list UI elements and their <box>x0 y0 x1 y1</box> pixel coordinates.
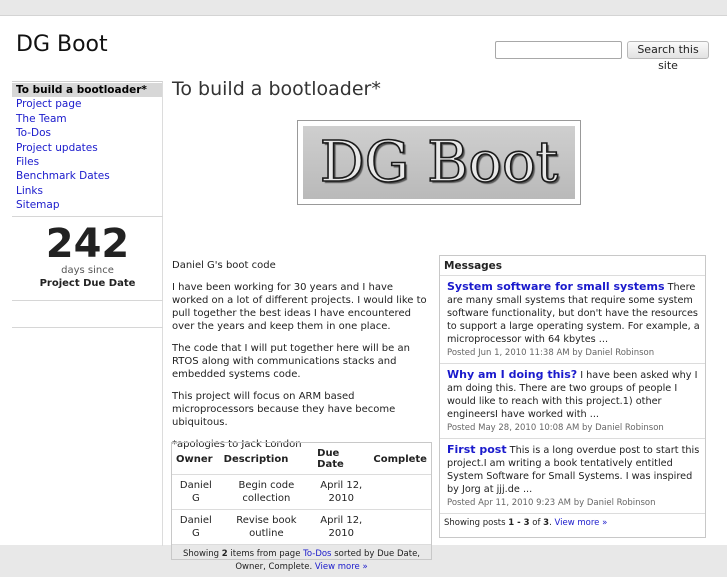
sidebar-item-project-updates[interactable]: Project updates <box>12 141 162 155</box>
sidebar-item-links[interactable]: Links <box>12 184 162 198</box>
page-title: To build a bootloader* <box>172 78 381 100</box>
todo-list-gadget: Owner Description Due Date Complete Dani… <box>171 442 432 572</box>
sidebar-divider <box>12 327 163 328</box>
search-button[interactable]: Search this site <box>627 41 709 72</box>
sidebar-item-to-dos[interactable]: To-Dos <box>12 126 162 140</box>
post-title-link[interactable]: First post <box>447 443 507 456</box>
sidebar-nav: To build a bootloader* Project page The … <box>12 82 162 213</box>
message-post: First post This is a long overdue post t… <box>440 439 705 514</box>
sidebar-item-to-build-a-bootloader[interactable]: To build a bootloader* <box>12 83 162 98</box>
cell-description: Begin code collection <box>219 474 314 510</box>
sidebar-divider <box>12 216 163 217</box>
column-header-complete[interactable]: Complete <box>369 443 431 475</box>
todo-table: Owner Description Due Date Complete Dani… <box>172 443 431 545</box>
view-more-link[interactable]: View more » <box>315 562 368 572</box>
intro-paragraph: The code that I will put together here w… <box>172 343 410 380</box>
sidebar-item-project-page[interactable]: Project page <box>12 97 162 111</box>
page: DG Boot Search this site To build a boot… <box>0 15 727 572</box>
countdown-value: 242 <box>45 221 130 267</box>
cell-due-date: April 12, 2010 <box>313 474 370 510</box>
view-more-link[interactable]: View more » <box>555 518 608 528</box>
cell-owner: Daniel G <box>172 474 220 510</box>
footer-text: of <box>529 518 544 528</box>
post-meta: Posted May 28, 2010 10:08 AM by Daniel R… <box>447 423 664 433</box>
cell-complete <box>369 474 431 510</box>
footer-text: Showing posts <box>444 518 509 528</box>
logo-background: DG Boot <box>303 126 575 199</box>
table-row: Daniel G Revise book outline April 12, 2… <box>172 509 431 545</box>
sidebar-item-benchmark-dates[interactable]: Benchmark Dates <box>12 169 162 183</box>
message-post: Why am I doing this? I have been asked w… <box>440 364 705 439</box>
sidebar-divider <box>12 300 163 301</box>
post-meta: Posted Apr 11, 2010 9:23 AM by Daniel Ro… <box>447 498 656 508</box>
messages-footer: Showing posts 1 - 3 of 3. View more » <box>440 514 705 532</box>
post-title-link[interactable]: Why am I doing this? <box>447 368 577 381</box>
sidebar-item-sitemap[interactable]: Sitemap <box>12 198 162 212</box>
cell-description: Revise book outline <box>219 509 314 545</box>
post-meta: Posted Jun 1, 2010 11:38 AM by Daniel Ro… <box>447 348 655 358</box>
site-title[interactable]: DG Boot <box>16 32 108 57</box>
column-header-owner[interactable]: Owner <box>172 443 220 475</box>
intro-paragraph: I have been working for 30 years and I h… <box>172 282 427 332</box>
dg-boot-logo-image: DG Boot <box>297 120 581 205</box>
messages-gadget: Messages System software for small syste… <box>439 255 706 538</box>
sidebar: To build a bootloader* Project page The … <box>12 81 163 546</box>
intro-text: Daniel G's boot code I have been working… <box>172 259 432 460</box>
intro-paragraph: This project will focus on ARM based mic… <box>172 391 396 428</box>
table-row: Daniel G Begin code collection April 12,… <box>172 474 431 510</box>
post-range: 1 - 3 <box>508 518 530 528</box>
to-dos-page-link[interactable]: To-Dos <box>303 549 331 559</box>
message-post: System software for small systems There … <box>440 276 705 364</box>
table-footer: Showing 2 items from page To-Dos sorted … <box>172 545 431 577</box>
search-input[interactable] <box>495 41 622 59</box>
messages-title: Messages <box>440 256 705 276</box>
column-header-description[interactable]: Description <box>219 443 314 475</box>
sidebar-item-files[interactable]: Files <box>12 155 162 169</box>
countdown-label: Project Due Date <box>39 278 136 289</box>
column-header-due-date[interactable]: Due Date <box>313 443 370 475</box>
logo-text: DG Boot <box>319 129 559 196</box>
intro-paragraph: Daniel G's boot code <box>172 260 276 271</box>
cell-complete <box>369 509 431 545</box>
table-header-row: Owner Description Due Date Complete <box>172 443 431 475</box>
footer-text: items from page <box>227 549 304 559</box>
sidebar-item-the-team[interactable]: The Team <box>12 112 162 126</box>
footer-text: Showing <box>182 549 222 559</box>
cell-owner: Daniel G <box>172 509 220 545</box>
countdown-unit: days since <box>61 265 114 276</box>
cell-due-date: April 12, 2010 <box>313 509 370 545</box>
post-title-link[interactable]: System software for small systems <box>447 280 665 293</box>
